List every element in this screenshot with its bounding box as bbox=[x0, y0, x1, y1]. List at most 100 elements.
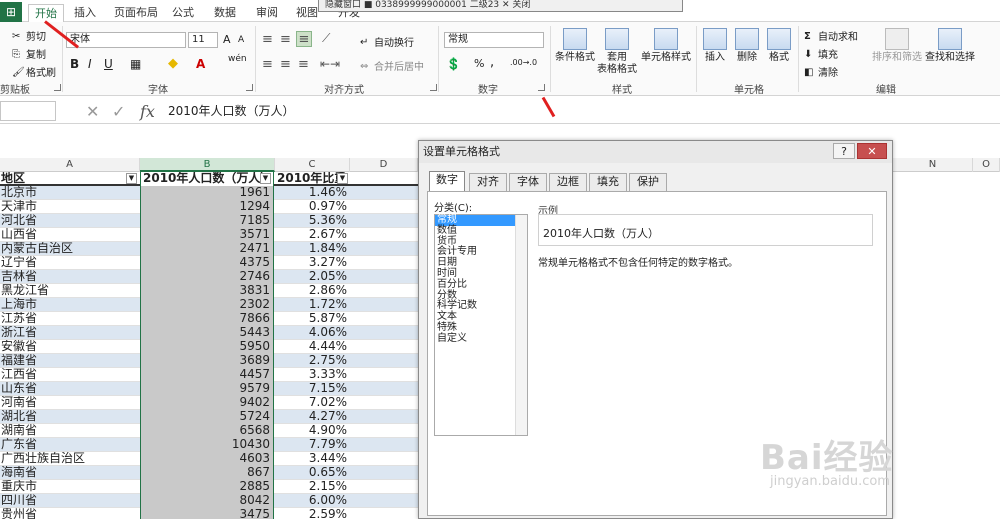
share-cell[interactable]: 3.44% bbox=[275, 452, 350, 466]
population-cell[interactable]: 9579 bbox=[140, 382, 274, 396]
population-cell[interactable]: 5950 bbox=[140, 340, 274, 354]
font-launcher-icon[interactable] bbox=[246, 84, 253, 91]
header-population[interactable]: 2010年人口数（万人） ▼ bbox=[140, 172, 274, 186]
population-cell[interactable]: 867 bbox=[140, 466, 274, 480]
tab-data[interactable]: 数据 bbox=[208, 4, 242, 22]
tab-insert[interactable]: 插入 bbox=[68, 4, 102, 22]
orientation-icon[interactable]: ⟋ bbox=[322, 31, 330, 46]
share-cell[interactable]: 1.72% bbox=[275, 298, 350, 312]
region-cell[interactable]: 海南省 bbox=[0, 466, 139, 480]
clipboard-launcher-icon[interactable] bbox=[54, 84, 61, 91]
category-scrollbar[interactable] bbox=[515, 215, 527, 435]
share-cell[interactable]: 7.15% bbox=[275, 382, 350, 396]
currency-icon[interactable]: 💲 bbox=[446, 57, 461, 71]
column-header-b[interactable]: B bbox=[140, 158, 275, 172]
format-cells-button[interactable]: 格式 bbox=[764, 28, 794, 64]
phonetic-button[interactable]: wén bbox=[228, 54, 247, 64]
copy-button[interactable]: ⎘ 复制 bbox=[12, 46, 46, 61]
column-header-c[interactable]: C bbox=[275, 158, 350, 172]
font-color-icon[interactable]: A bbox=[196, 57, 205, 71]
region-cell[interactable]: 重庆市 bbox=[0, 480, 139, 494]
population-cell[interactable]: 2302 bbox=[140, 298, 274, 312]
population-cell[interactable]: 3571 bbox=[140, 228, 274, 242]
increase-decimal-button[interactable]: .00→.0 bbox=[510, 58, 537, 67]
category-list[interactable]: 常规 数值 货币 会计专用 日期 时间 百分比 分数 科学记数 文本 特殊 自定义 bbox=[434, 214, 528, 436]
comma-button[interactable]: , bbox=[490, 55, 494, 70]
population-cell[interactable]: 6568 bbox=[140, 424, 274, 438]
cell-styles-button[interactable]: 单元格样式 bbox=[640, 28, 692, 64]
region-cell[interactable]: 天津市 bbox=[0, 200, 139, 214]
share-cell[interactable]: 0.65% bbox=[275, 466, 350, 480]
region-cell[interactable]: 湖南省 bbox=[0, 424, 139, 438]
percent-button[interactable]: % bbox=[474, 57, 484, 70]
autosum-button[interactable]: Σ 自动求和 bbox=[804, 28, 858, 43]
population-cell[interactable]: 4457 bbox=[140, 368, 274, 382]
align-center-icon[interactable]: ≡ bbox=[280, 57, 291, 72]
category-item[interactable]: 自定义 bbox=[435, 333, 527, 345]
category-item[interactable]: 数值 bbox=[435, 225, 527, 237]
region-cell[interactable]: 安徽省 bbox=[0, 340, 139, 354]
align-bottom-icon[interactable]: ≡ bbox=[296, 31, 312, 47]
population-cell[interactable]: 1294 bbox=[140, 200, 274, 214]
tab-protection[interactable]: 保护 bbox=[629, 173, 667, 191]
font-name-select[interactable]: 宋体 bbox=[66, 32, 186, 48]
share-cell[interactable]: 3.27% bbox=[275, 256, 350, 270]
tab-number[interactable]: 数字 bbox=[429, 171, 465, 191]
region-cell[interactable]: 湖北省 bbox=[0, 410, 139, 424]
tab-fill[interactable]: 填充 bbox=[589, 173, 627, 191]
help-button[interactable]: ? bbox=[833, 143, 855, 159]
shrink-font-button[interactable]: A bbox=[238, 35, 244, 45]
name-box[interactable] bbox=[0, 101, 56, 121]
indent-icon[interactable]: ⇤⇥ bbox=[320, 57, 340, 71]
fill-color-icon[interactable]: ◆ bbox=[168, 56, 178, 71]
share-cell[interactable]: 2.05% bbox=[275, 270, 350, 284]
format-as-table-button[interactable]: 套用 表格格式 bbox=[594, 28, 640, 76]
region-cell[interactable]: 北京市 bbox=[0, 186, 139, 200]
share-cell[interactable]: 5.87% bbox=[275, 312, 350, 326]
population-cell[interactable]: 3689 bbox=[140, 354, 274, 368]
population-cell[interactable]: 2885 bbox=[140, 480, 274, 494]
filter-dropdown-icon[interactable]: ▼ bbox=[126, 173, 137, 184]
region-cell[interactable]: 河北省 bbox=[0, 214, 139, 228]
category-item[interactable]: 百分比 bbox=[435, 279, 527, 291]
region-cell[interactable]: 福建省 bbox=[0, 354, 139, 368]
share-cell[interactable]: 4.27% bbox=[275, 410, 350, 424]
share-cell[interactable]: 6.00% bbox=[275, 494, 350, 508]
share-cell[interactable]: 2.75% bbox=[275, 354, 350, 368]
column-header-a[interactable]: A bbox=[0, 158, 140, 172]
conditional-format-button[interactable]: 条件格式 bbox=[552, 28, 598, 64]
file-tab[interactable]: ⊞ bbox=[0, 2, 22, 22]
tab-review[interactable]: 审阅 bbox=[250, 4, 284, 22]
bold-button[interactable]: B bbox=[70, 57, 79, 71]
population-cell[interactable]: 4375 bbox=[140, 256, 274, 270]
share-cell[interactable]: 2.86% bbox=[275, 284, 350, 298]
share-cell[interactable]: 2.67% bbox=[275, 228, 350, 242]
population-cell[interactable]: 4603 bbox=[140, 452, 274, 466]
region-cell[interactable]: 河南省 bbox=[0, 396, 139, 410]
region-cell[interactable]: 江西省 bbox=[0, 368, 139, 382]
population-cell[interactable]: 2746 bbox=[140, 270, 274, 284]
share-cell[interactable]: 4.06% bbox=[275, 326, 350, 340]
delete-cells-button[interactable]: 删除 bbox=[732, 28, 762, 64]
tab-page-layout[interactable]: 页面布局 bbox=[108, 4, 164, 22]
share-cell[interactable]: 0.97% bbox=[275, 200, 350, 214]
border-icon[interactable]: ▦ bbox=[130, 57, 141, 71]
population-cell[interactable]: 10430 bbox=[140, 438, 274, 452]
region-cell[interactable]: 四川省 bbox=[0, 494, 139, 508]
formula-input[interactable]: 2010年人口数（万人） bbox=[168, 101, 295, 121]
insert-cells-button[interactable]: 插入 bbox=[700, 28, 730, 64]
filter-dropdown-icon[interactable]: ▼ bbox=[337, 173, 348, 184]
tab-font[interactable]: 字体 bbox=[509, 173, 547, 191]
region-cell[interactable]: 贵州省 bbox=[0, 508, 139, 519]
tab-alignment[interactable]: 对齐 bbox=[469, 173, 507, 191]
tab-formulas[interactable]: 公式 bbox=[166, 4, 200, 22]
fill-button[interactable]: ⬇ 填充 bbox=[804, 46, 838, 61]
region-cell[interactable]: 山东省 bbox=[0, 382, 139, 396]
sort-filter-button[interactable]: 排序和筛选 bbox=[870, 28, 924, 64]
share-cell[interactable]: 7.79% bbox=[275, 438, 350, 452]
population-cell[interactable]: 2471 bbox=[140, 242, 274, 256]
region-cell[interactable]: 黑龙江省 bbox=[0, 284, 139, 298]
header-region[interactable]: 地区 ▼ bbox=[0, 172, 139, 186]
tab-border[interactable]: 边框 bbox=[549, 173, 587, 191]
region-cell[interactable]: 吉林省 bbox=[0, 270, 139, 284]
